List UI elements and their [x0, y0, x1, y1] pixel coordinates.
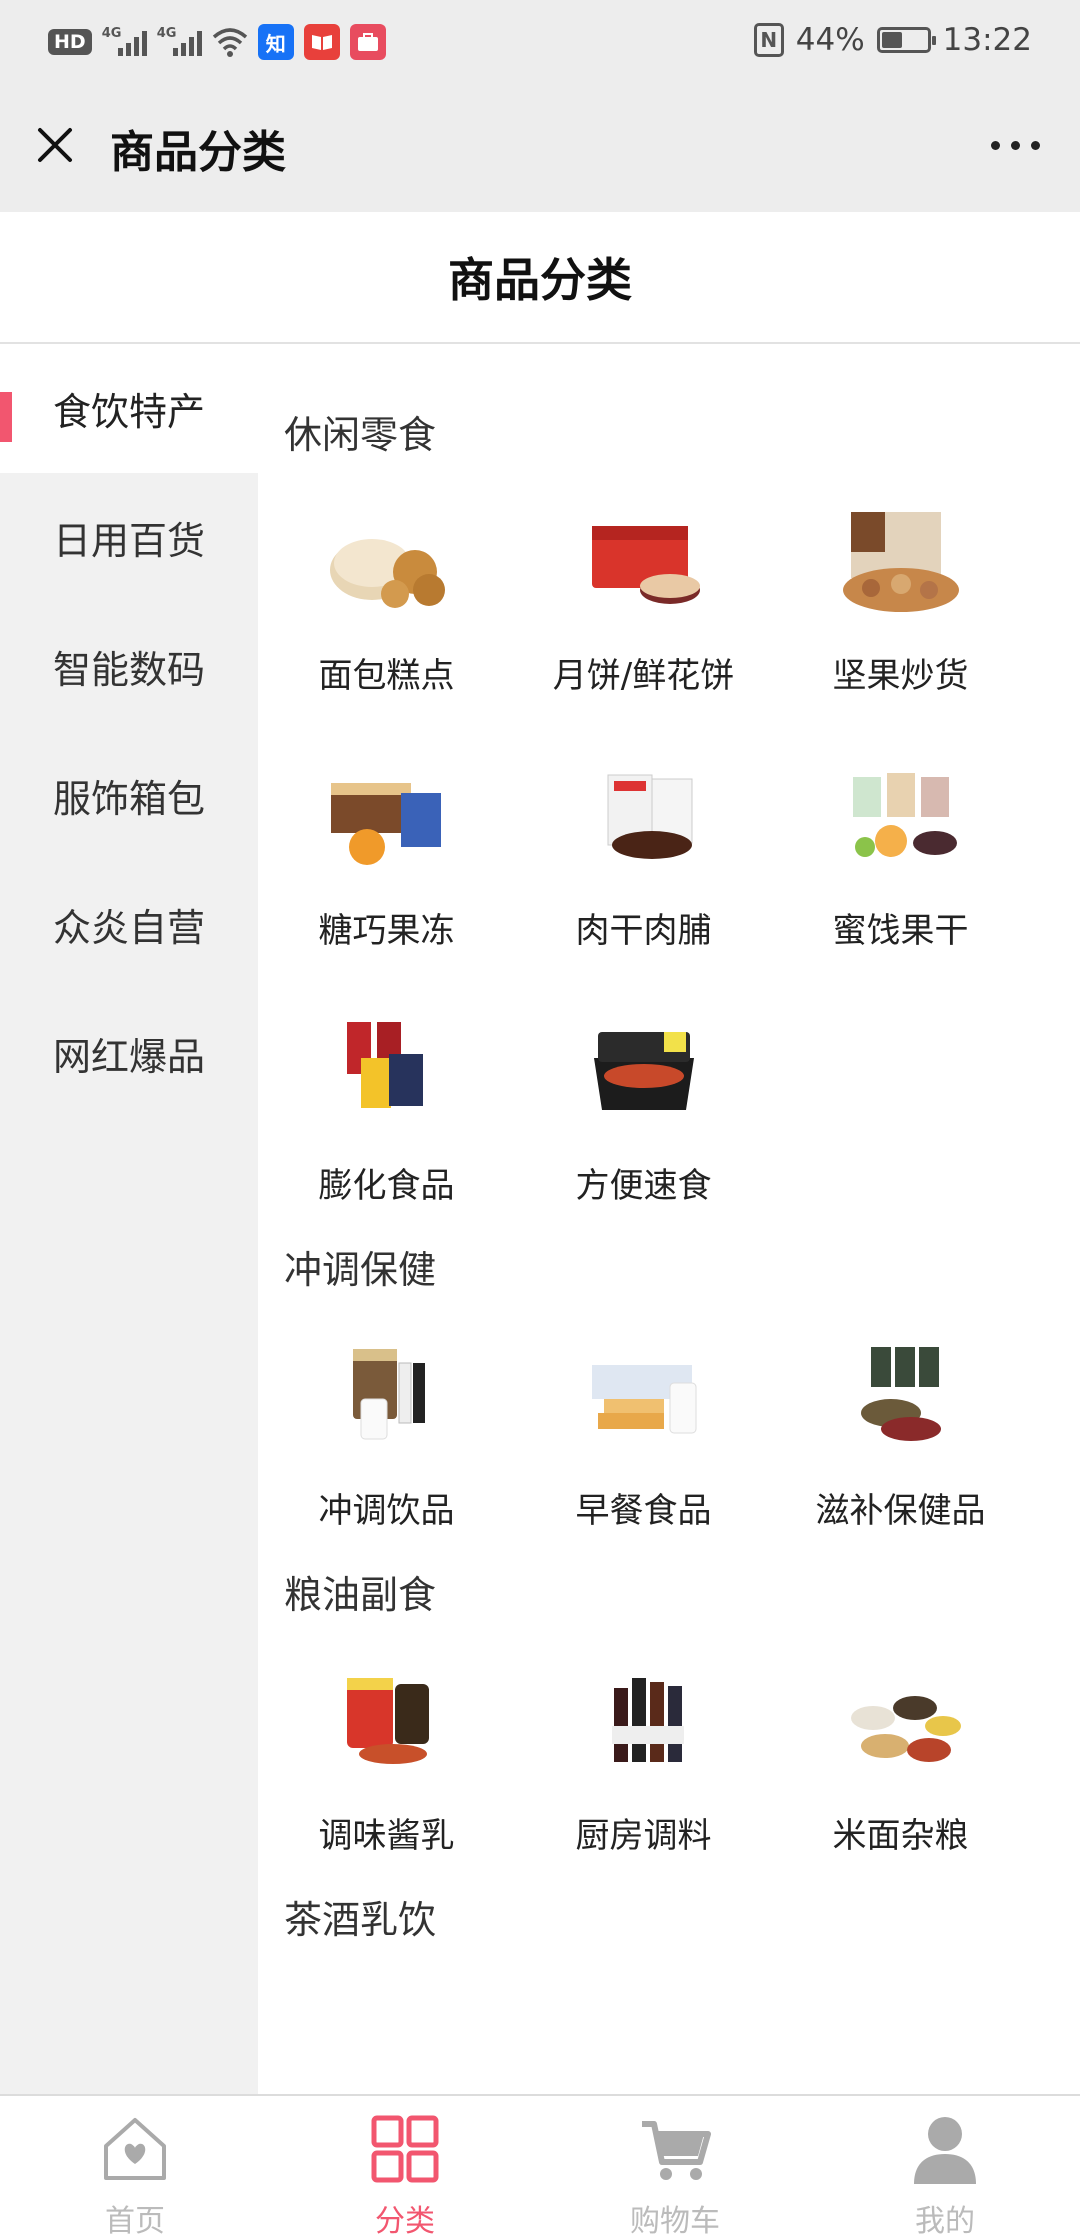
sidebar-item-label: 众炎自营 — [52, 906, 205, 950]
subcategory-item[interactable]: 早餐食品 — [515, 1305, 772, 1560]
hd-badge: HD — [48, 29, 92, 55]
subcategory-item[interactable]: 蜜饯果干 — [772, 725, 1029, 980]
sidebar-item-digital[interactable]: 智能数码 — [0, 602, 258, 731]
subcategory-grid: 面包糕点 月饼/鲜花饼 坚果炒货 糖巧果冻 肉干肉脯 蜜饯果干 膨化食品 方便速… — [258, 470, 1080, 1235]
powder-drink-icon — [312, 1333, 462, 1463]
status-left: HD 4G 4G 知 — [48, 22, 386, 62]
sidebar-item-self-operated[interactable]: 众炎自营 — [0, 860, 258, 989]
tab-cart[interactable]: 购物车 — [540, 2096, 810, 2240]
close-icon[interactable] — [30, 120, 80, 170]
status-right: N 44% 13:22 — [753, 18, 1032, 62]
subcategory-grid: 冲调饮品 早餐食品 滋补保健品 — [258, 1305, 1080, 1560]
subcategory-item[interactable]: 调味酱乳 — [258, 1630, 515, 1885]
subcategory-item[interactable]: 冲调饮品 — [258, 1305, 515, 1560]
subcategory-item[interactable]: 月饼/鲜花饼 — [515, 470, 772, 725]
tab-home[interactable]: 首页 — [0, 2096, 270, 2240]
tab-label: 我的 — [915, 2204, 975, 2239]
tab-label: 购物车 — [630, 2204, 720, 2239]
sidebar-item-label: 网红爆品 — [52, 1035, 205, 1079]
bread-icon — [312, 498, 462, 628]
subcategory-item[interactable]: 方便速食 — [515, 980, 772, 1235]
subcategory-label: 早餐食品 — [575, 1491, 712, 1531]
subcategory-label: 滋补保健品 — [815, 1491, 986, 1531]
section-title: 冲调保健 — [284, 1248, 437, 1292]
reader-app-icon — [303, 24, 340, 60]
bag-app-icon — [349, 24, 386, 60]
sidebar-item-trending[interactable]: 网红爆品 — [0, 989, 258, 1118]
subcategory-item[interactable]: 滋补保健品 — [772, 1305, 1029, 1560]
subcategory-item[interactable]: 米面杂粮 — [772, 1630, 1029, 1885]
health-supplement-icon — [826, 1333, 976, 1463]
section-title: 粮油副食 — [284, 1573, 437, 1617]
home-heart-icon — [104, 2118, 166, 2180]
page-header: 商品分类 — [0, 212, 1080, 344]
wifi-icon — [212, 27, 248, 57]
candy-icon — [312, 753, 462, 883]
section-title: 茶酒乳饮 — [284, 1898, 437, 1942]
subcategory-label: 坚果炒货 — [832, 656, 969, 696]
subcategory-label: 冲调饮品 — [318, 1491, 455, 1531]
subcategory-label: 调味酱乳 — [318, 1816, 455, 1856]
sidebar-item-label: 服饰箱包 — [52, 777, 205, 821]
nfc-icon: N — [753, 23, 784, 57]
seasoning-bottles-icon — [569, 1658, 719, 1788]
mooncake-box-icon — [569, 498, 719, 628]
signal-icon: 4G — [156, 26, 202, 56]
section-title: 休闲零食 — [284, 413, 437, 457]
subcategory-item[interactable]: 面包糕点 — [258, 470, 515, 725]
zhihu-app-icon: 知 — [257, 24, 294, 60]
subcategory-label: 米面杂粮 — [832, 1816, 969, 1856]
miniprogram-header: 商品分类 — [0, 80, 1080, 212]
subcategory-label: 膨化食品 — [318, 1166, 455, 1206]
subcategory-label: 月饼/鲜花饼 — [552, 656, 735, 696]
tab-category[interactable]: 分类 — [270, 2096, 540, 2240]
subcategory-label: 蜜饯果干 — [832, 911, 969, 951]
sidebar-item-food[interactable]: 食饮特产 — [0, 344, 258, 473]
dried-fruit-icon — [826, 753, 976, 883]
signal-icon: 4G — [101, 26, 147, 56]
sidebar-item-label: 食饮特产 — [52, 390, 205, 434]
header-title: 商品分类 — [110, 127, 286, 178]
instant-food-icon — [569, 1008, 719, 1138]
grains-icon — [826, 1658, 976, 1788]
breakfast-icon — [569, 1333, 719, 1463]
subcategory-label: 厨房调料 — [575, 1816, 712, 1856]
bottom-tab-bar: 首页 分类 购物车 我的 — [0, 2094, 1080, 2240]
more-options-icon[interactable] — [980, 120, 1050, 170]
sidebar-item-label: 智能数码 — [52, 648, 205, 692]
cart-icon — [642, 2121, 711, 2180]
category-grid-icon — [371, 2115, 439, 2183]
sidebar-item-label: 日用百货 — [52, 519, 205, 563]
subcategory-item[interactable]: 肉干肉脯 — [515, 725, 772, 980]
page-title: 商品分类 — [448, 253, 632, 307]
chips-icon — [312, 1008, 462, 1138]
network-type-label: 4G — [156, 26, 177, 41]
jerky-icon — [569, 753, 719, 883]
sidebar-item-apparel[interactable]: 服饰箱包 — [0, 731, 258, 860]
status-bar: HD 4G 4G 知 N 44% 13:22 — [0, 0, 1080, 80]
category-sidebar: 食饮特产 日用百货 智能数码 服饰箱包 众炎自营 网红爆品 — [0, 344, 258, 2094]
subcategory-grid: 调味酱乳 厨房调料 米面杂粮 — [258, 1630, 1080, 1885]
tab-label: 分类 — [375, 2204, 435, 2239]
subcategory-item[interactable]: 糖巧果冻 — [258, 725, 515, 980]
nuts-icon — [826, 498, 976, 628]
subcategory-item[interactable]: 坚果炒货 — [772, 470, 1029, 725]
subcategory-label: 肉干肉脯 — [575, 911, 712, 951]
sauce-jar-icon — [312, 1658, 462, 1788]
subcategory-item[interactable]: 厨房调料 — [515, 1630, 772, 1885]
battery-percent: 44% — [795, 22, 865, 58]
battery-icon — [876, 27, 936, 53]
category-content: 休闲零食 面包糕点 月饼/鲜花饼 坚果炒货 糖巧果冻 肉干肉脯 蜜饯果干 膨化食… — [258, 344, 1080, 2094]
subcategory-label: 糖巧果冻 — [318, 911, 455, 951]
clock: 13:22 — [942, 22, 1032, 58]
sidebar-item-daily-goods[interactable]: 日用百货 — [0, 473, 258, 602]
network-type-label: 4G — [101, 26, 122, 41]
tab-profile[interactable]: 我的 — [810, 2096, 1080, 2240]
subcategory-item[interactable]: 膨化食品 — [258, 980, 515, 1235]
tab-label: 首页 — [105, 2204, 165, 2239]
user-icon — [914, 2117, 976, 2184]
subcategory-label: 方便速食 — [575, 1166, 712, 1206]
subcategory-label: 面包糕点 — [318, 656, 455, 696]
